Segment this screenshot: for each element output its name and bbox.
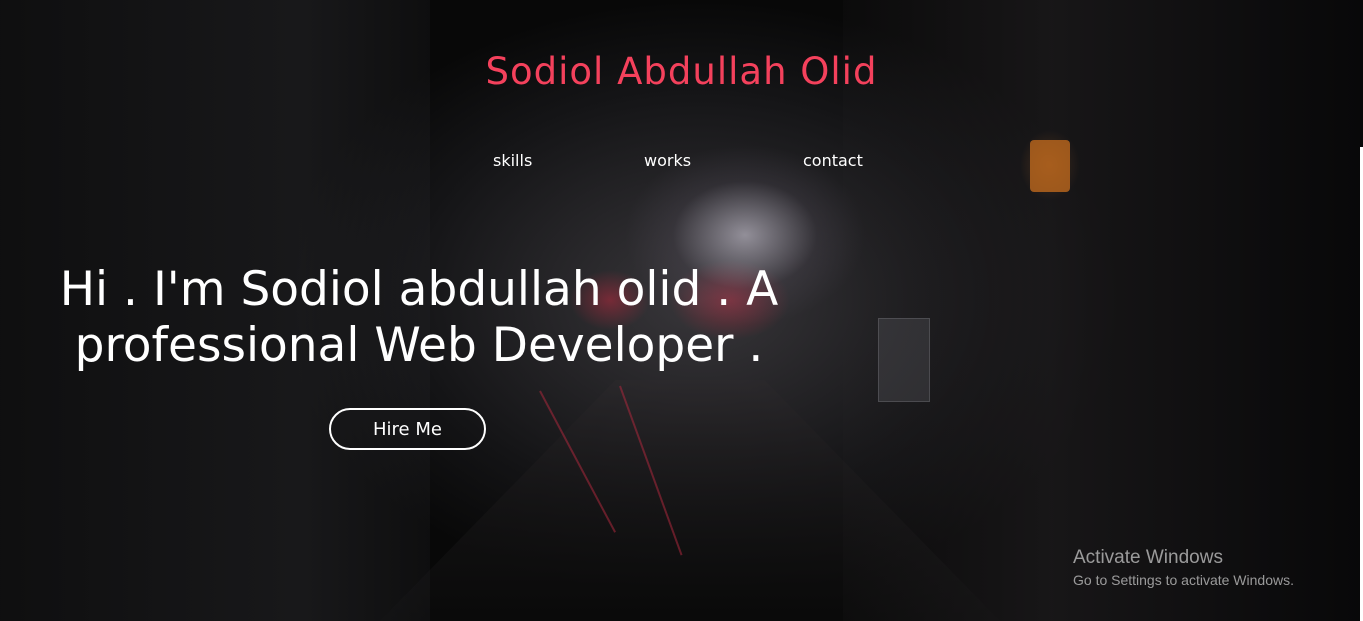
- nav-item-contact[interactable]: contact: [803, 151, 863, 170]
- nav-item-works[interactable]: works: [644, 151, 691, 170]
- nav-item-skills[interactable]: skills: [493, 151, 532, 170]
- main-nav: skills works contact: [0, 151, 1363, 175]
- background-panel: [878, 318, 930, 402]
- hero-section: Sodiol Abdullah Olid skills works contac…: [0, 0, 1363, 621]
- hero-headline-line2: professional Web Developer .: [74, 318, 764, 373]
- activate-windows-watermark: Activate Windows Go to Settings to activ…: [1073, 547, 1294, 588]
- site-title: Sodiol Abdullah Olid: [485, 50, 878, 93]
- watermark-subtitle: Go to Settings to activate Windows.: [1073, 572, 1294, 588]
- hire-me-button[interactable]: Hire Me: [329, 408, 486, 450]
- hero-headline-line1: Hi . I'm Sodiol abdullah olid . A: [59, 262, 779, 317]
- watermark-title: Activate Windows: [1073, 547, 1223, 568]
- hero-headline: Hi . I'm Sodiol abdullah olid . A profes…: [14, 262, 824, 374]
- background-tunnel-right: [843, 0, 1363, 621]
